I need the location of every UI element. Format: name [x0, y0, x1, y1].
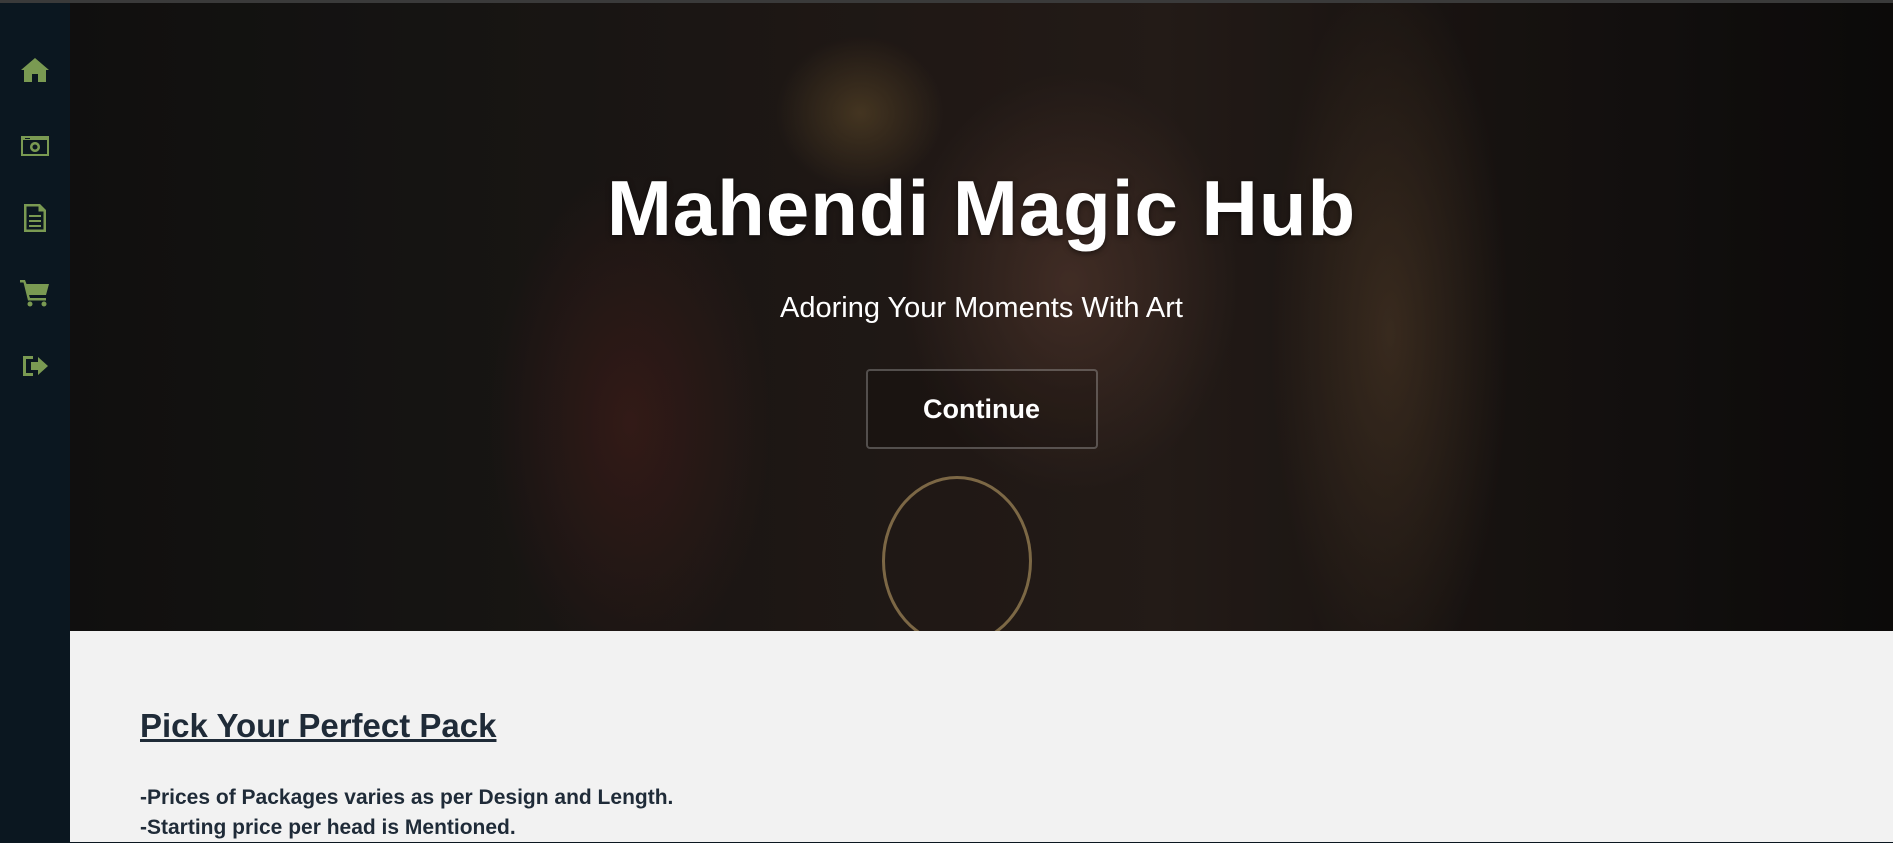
packages-section: Pick Your Perfect Pack -Prices of Packag… [70, 631, 1893, 842]
sidebar-item-gallery[interactable] [0, 107, 70, 181]
hero-banner: Mahendi Magic Hub Adoring Your Moments W… [70, 3, 1893, 631]
sign-out-icon [23, 356, 48, 376]
camera-icon [21, 136, 49, 156]
home-icon [21, 58, 49, 82]
sidebar [0, 3, 70, 842]
section-title: Pick Your Perfect Pack [140, 707, 497, 744]
document-icon [24, 204, 46, 232]
sidebar-item-home[interactable] [0, 33, 70, 107]
hero-content: Mahendi Magic Hub Adoring Your Moments W… [70, 3, 1893, 631]
hero-subtitle: Adoring Your Moments With Art [780, 292, 1183, 324]
sidebar-item-logout[interactable] [0, 329, 70, 403]
info-line-pricing: -Prices of Packages varies as per Design… [140, 786, 674, 809]
cart-icon [20, 280, 49, 307]
sidebar-item-cart[interactable] [0, 255, 70, 329]
info-line-starting-price: -Starting price per head is Mentioned. [140, 816, 516, 839]
sidebar-item-documents[interactable] [0, 181, 70, 255]
continue-button[interactable]: Continue [865, 369, 1098, 449]
hero-title: Mahendi Magic Hub [606, 164, 1357, 252]
